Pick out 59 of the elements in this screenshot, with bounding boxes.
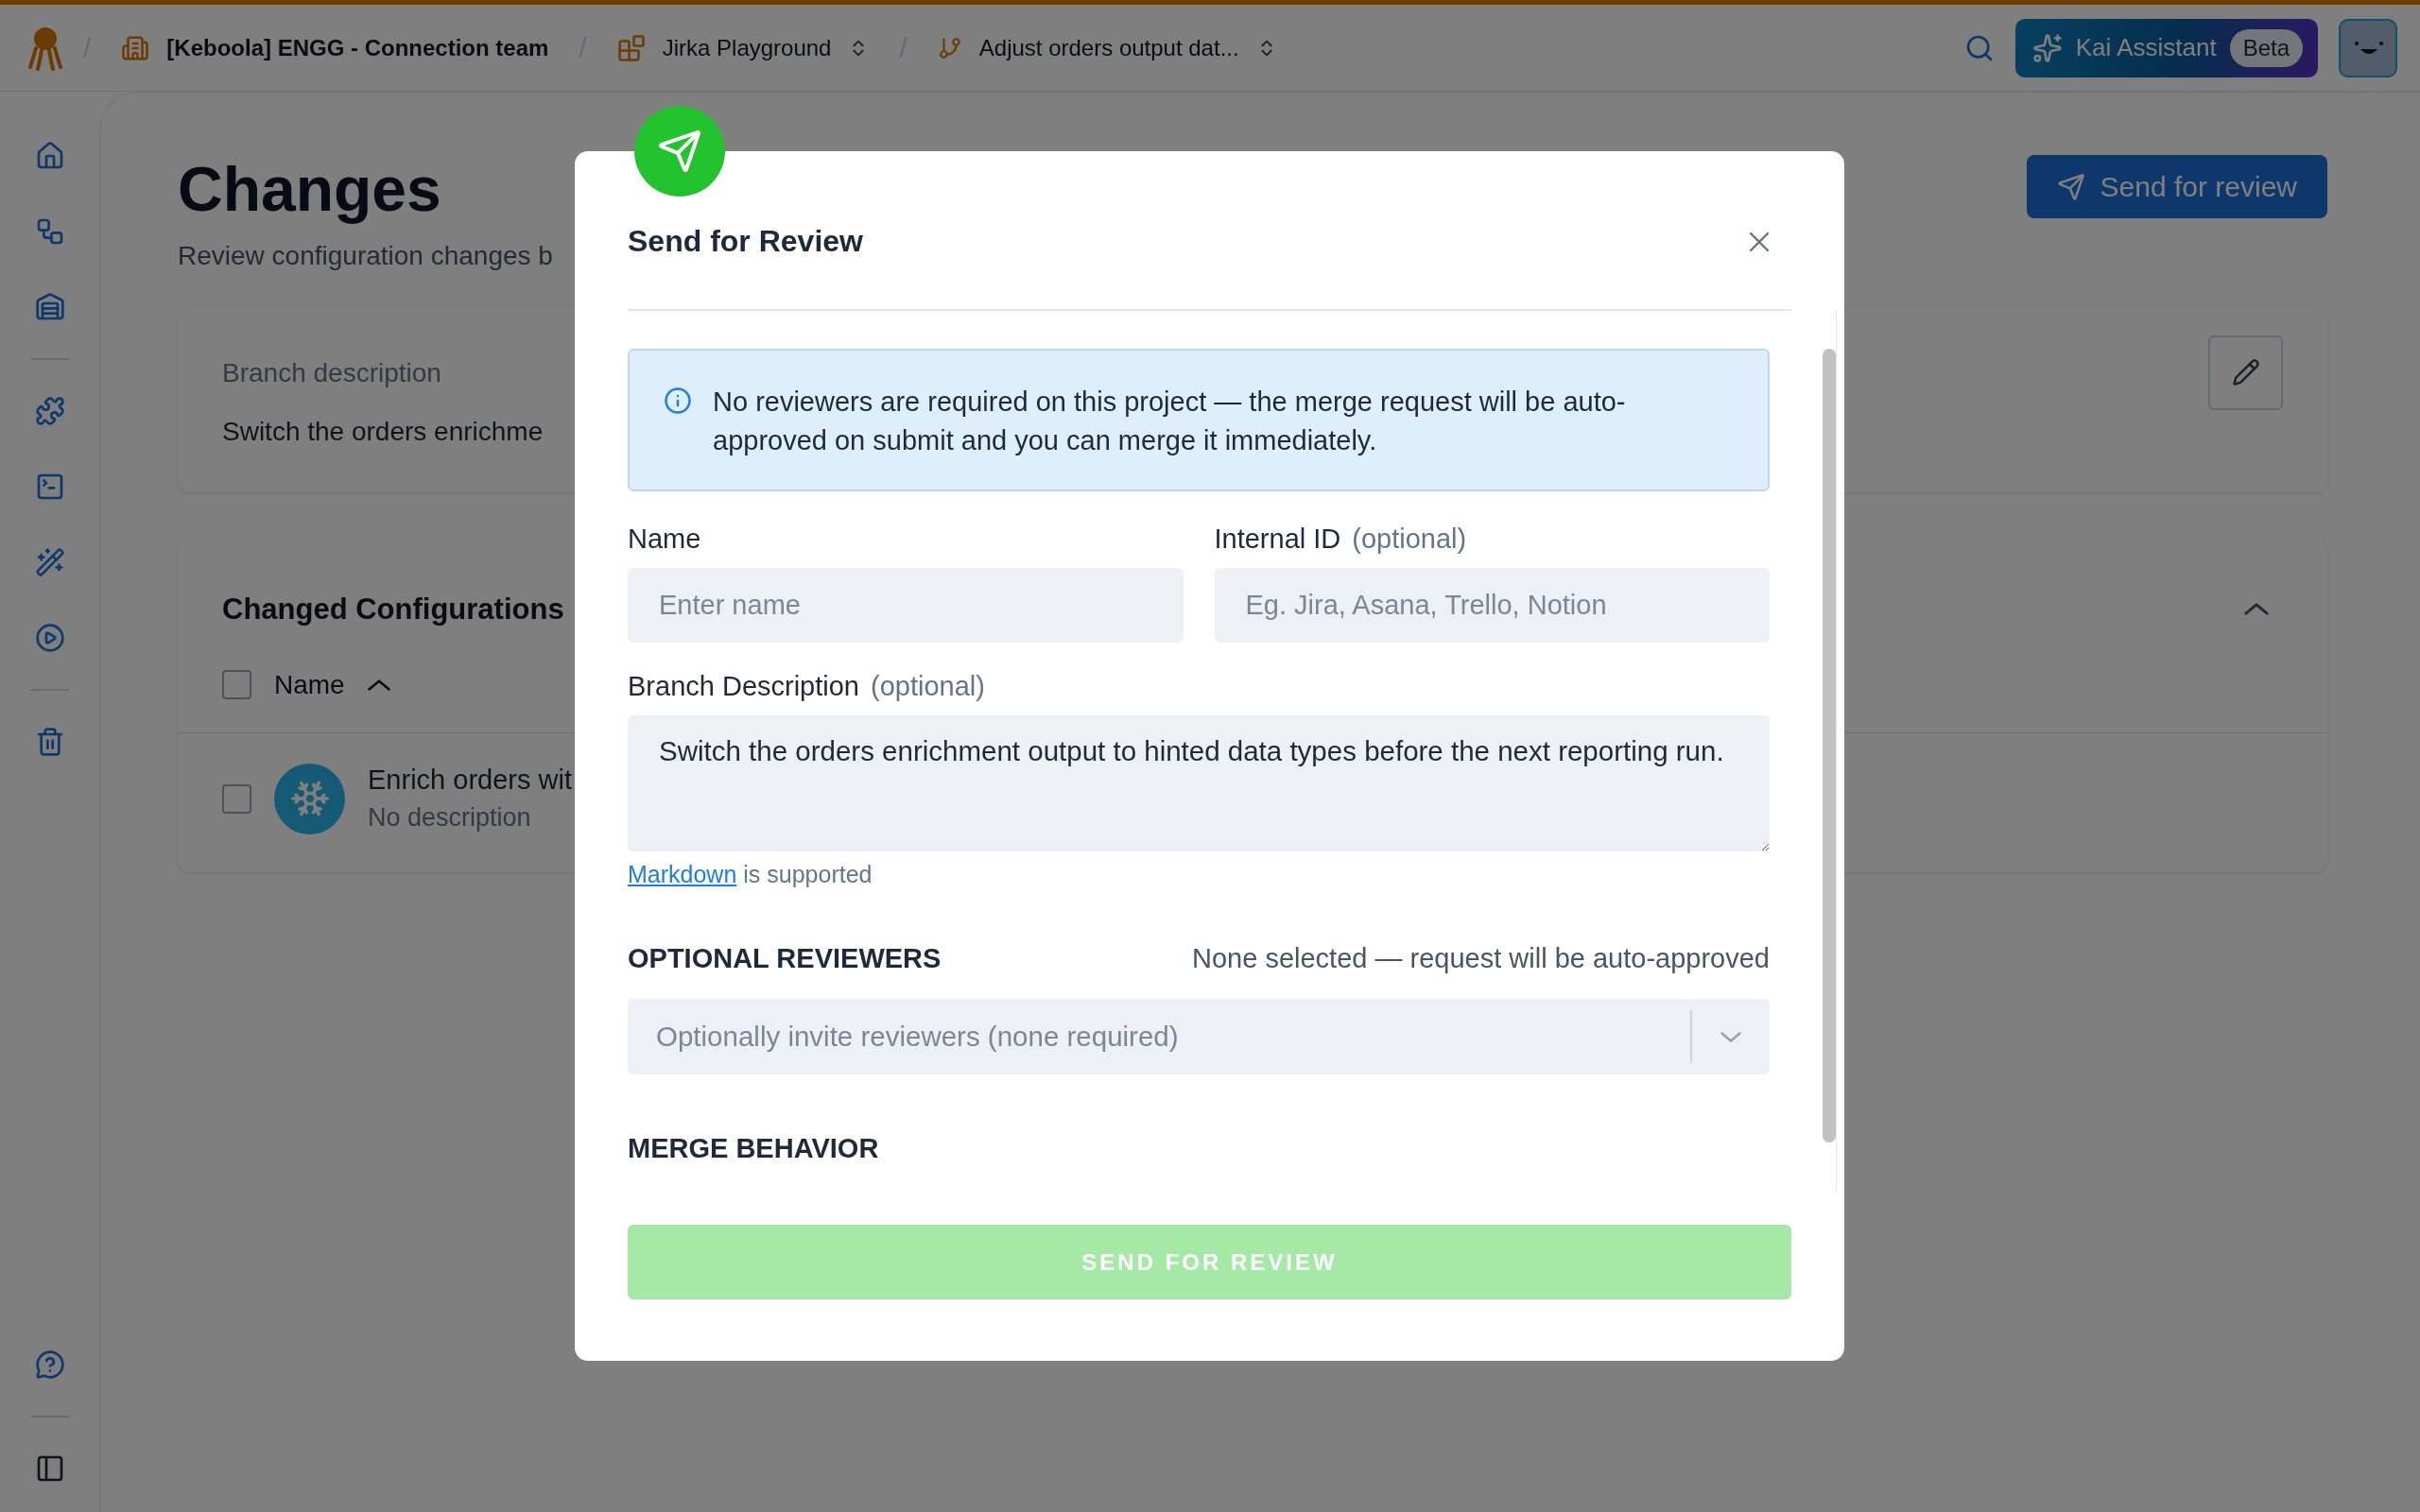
avatar[interactable] — [2339, 18, 2397, 77]
branch-icon — [937, 35, 962, 60]
breadcrumb-item[interactable]: Jirka Playground — [607, 29, 879, 66]
info-icon — [664, 387, 692, 415]
breadcrumb-separator: / — [83, 31, 92, 64]
sidebar-button[interactable] — [34, 292, 65, 322]
config-name: Enrich orders wit — [368, 765, 572, 797]
breadcrumb-item[interactable]: [Keboola] ENGG - Connection team — [112, 29, 559, 66]
field-label: Branch Description — [628, 671, 859, 703]
input-field[interactable]: Eg. Jira, Asana, Trello, Notion — [1214, 568, 1770, 644]
page-title: Changes — [178, 155, 442, 224]
sidebar-button[interactable] — [34, 547, 65, 577]
notice-text: No reviewers are required on this project — the merge request will be auto-approved on submit and you can merge it immediately. — [713, 386, 1627, 457]
close-button[interactable] — [1750, 232, 1769, 251]
checkbox[interactable] — [222, 670, 251, 700]
section-title: Changed Configurations — [222, 592, 564, 627]
collapse-icon[interactable] — [2244, 603, 2269, 616]
description-field[interactable]: Switch the orders enrichment output to hinted data types before the next reporting run. — [628, 715, 1770, 852]
branch-text: Switch the orders enrichme — [222, 416, 544, 447]
breadcrumb-separator: / — [579, 31, 587, 64]
beta-badge: Beta — [2229, 28, 2303, 67]
reviewers-select[interactable]: Optionally invite reviewers (none required) — [628, 999, 1770, 1075]
magic-wand-icon — [34, 547, 65, 577]
branch-label: Branch description — [222, 357, 442, 388]
sidebar-button[interactable] — [34, 396, 65, 426]
help-text: is supported — [743, 861, 873, 888]
sparkles-icon — [2031, 32, 2063, 63]
section-heading: OPTIONAL REVIEWERS — [628, 943, 942, 975]
sidebar-button[interactable] — [34, 1349, 65, 1380]
breadcrumb-separator: / — [899, 31, 908, 64]
send-for-review-button[interactable]: Send for review — [2026, 155, 2327, 218]
storage-icon — [34, 292, 65, 322]
checkbox[interactable] — [222, 783, 251, 814]
pencil-icon — [2231, 358, 2260, 387]
optional-hint: (optional) — [1352, 524, 1467, 556]
play-icon — [34, 623, 65, 653]
blocks-icon — [616, 33, 646, 62]
section-heading: MERGE BEHAVIOR — [628, 1133, 879, 1164]
edit-button[interactable] — [2208, 335, 2283, 410]
page-subtitle: Review configuration changes b — [178, 240, 553, 271]
sidebar-button[interactable] — [34, 623, 65, 653]
close-icon — [1750, 232, 1769, 251]
octopus-logo — [28, 25, 62, 71]
send-icon — [2056, 172, 2085, 201]
markdown-link[interactable]: Markdown — [628, 861, 737, 888]
column-header[interactable]: Name — [274, 669, 345, 700]
optional-hint: (optional) — [871, 671, 985, 703]
assistant-button[interactable]: Kai Assistant Beta — [2014, 18, 2318, 77]
field-label: Name — [628, 524, 701, 556]
input-field[interactable]: Enter name — [628, 568, 1184, 644]
chevron-down-icon — [1720, 1031, 1741, 1042]
breadcrumb-item[interactable]: Adjust orders output dat... — [927, 30, 1287, 65]
reviewers-status: None selected — request will be auto-approved — [1192, 943, 1770, 975]
config-description: No description — [368, 803, 532, 833]
help-icon — [34, 1349, 65, 1380]
dialog-title: Send for Review — [628, 224, 863, 259]
sort-icon — [367, 679, 390, 691]
field-label: Internal ID — [1214, 524, 1341, 556]
puzzle-icon — [34, 396, 65, 426]
